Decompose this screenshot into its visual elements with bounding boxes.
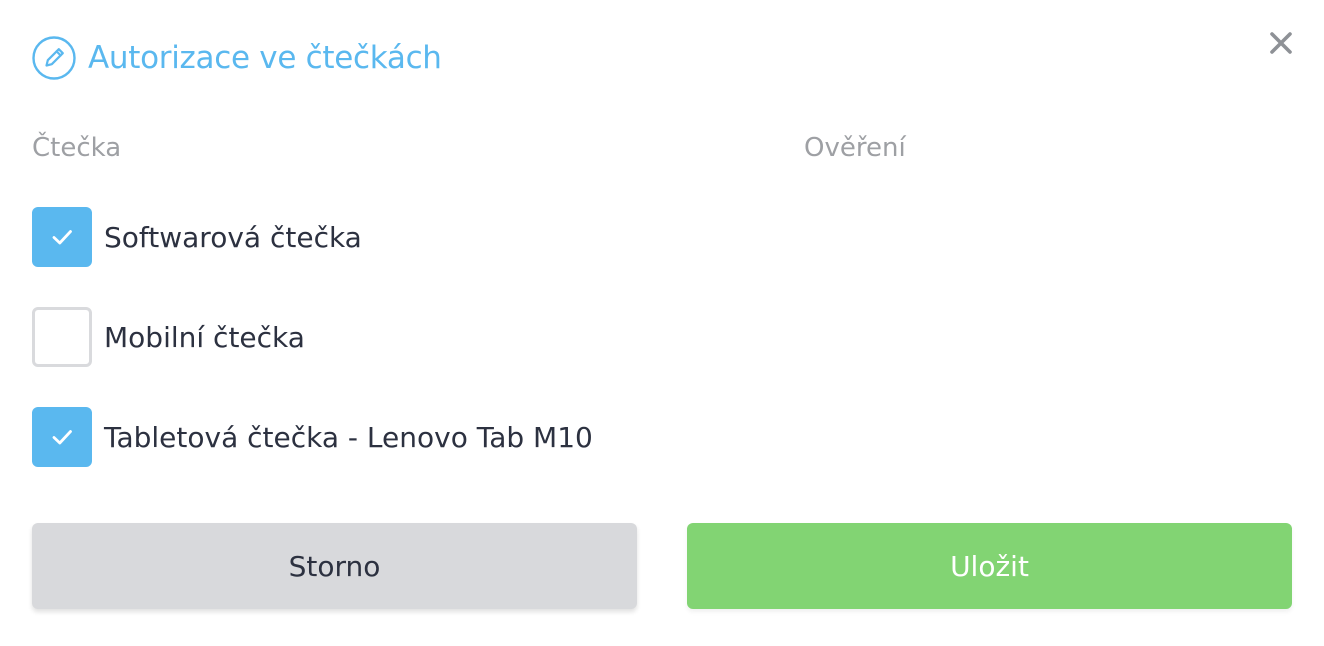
dialog-header: Autorizace ve čtečkách [32,34,442,82]
reader-option-mobile[interactable]: Mobilní čtečka [32,307,305,367]
checkbox-mobile-reader[interactable] [32,307,92,367]
reader-label-mobile: Mobilní čtečka [104,320,305,354]
close-button[interactable] [1266,28,1296,58]
cancel-button[interactable]: Storno [32,523,637,609]
dialog-title: Autorizace ve čtečkách [88,40,442,76]
reader-option-software[interactable]: Softwarová čtečka [32,207,362,267]
close-icon [1266,28,1296,58]
reader-label-software: Softwarová čtečka [104,220,362,254]
column-header-verification: Ověření [804,133,906,163]
reader-option-tablet[interactable]: Tabletová čtečka - Lenovo Tab M10 [32,407,593,467]
check-icon [52,230,72,245]
save-button[interactable]: Uložit [687,523,1292,609]
reader-label-tablet: Tabletová čtečka - Lenovo Tab M10 [104,420,593,454]
pencil-circle-icon [32,36,76,80]
check-icon [52,430,72,445]
checkbox-software-reader[interactable] [32,207,92,267]
column-header-reader: Čtečka [32,133,122,163]
checkbox-tablet-reader[interactable] [32,407,92,467]
